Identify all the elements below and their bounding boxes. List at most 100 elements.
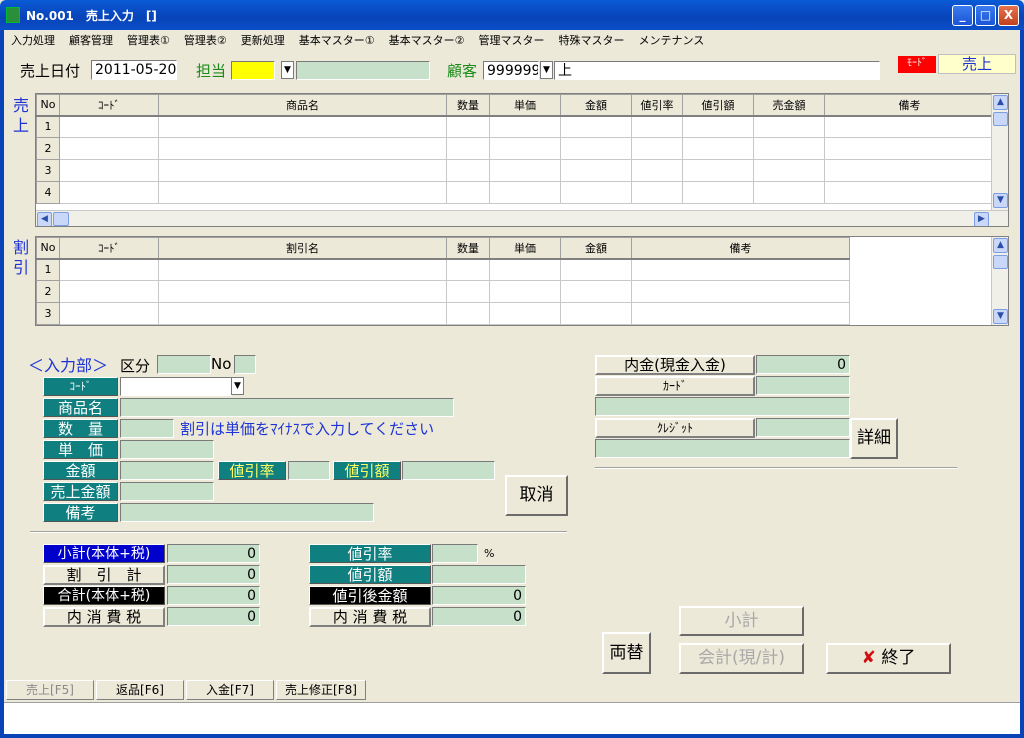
exit-button[interactable]: ✘ 終了 — [826, 643, 951, 674]
disc-amount-field[interactable] — [402, 461, 495, 480]
product-name-field[interactable] — [120, 398, 454, 417]
card-amount-field[interactable] — [756, 376, 850, 395]
menu-report1[interactable]: 管理表① — [120, 30, 177, 50]
menu-special-master[interactable]: 特殊マスター — [552, 30, 632, 50]
card-detail-field — [595, 397, 850, 416]
discount-side-label: 割 引 — [12, 238, 30, 278]
menu-customer[interactable]: 顧客管理 — [62, 30, 120, 50]
qty-label: 数 量 — [43, 419, 118, 438]
menu-maintenance[interactable]: メンテナンス — [632, 30, 712, 50]
tax-field: 0 — [167, 607, 260, 626]
tax-label: 内 消 費 税 — [43, 607, 165, 627]
sales-side-label: 売 上 — [12, 96, 30, 136]
cash-deposit-button[interactable]: 内金(現金入金) — [595, 355, 755, 375]
col-unit-price: 単価 — [489, 237, 561, 260]
total-disc-rate-label: 値引率 — [309, 544, 431, 563]
menu-bar: 入力処理 顧客管理 管理表① 管理表② 更新処理 基本マスター① 基本マスター②… — [4, 30, 1020, 50]
col-note: 備考 — [631, 237, 850, 260]
table-row[interactable]: 2 — [36, 137, 995, 160]
sales-table: No ｺｰﾄﾞ 商品名 数量 単価 金額 値引率 値引額 売金額 備考 1 2 … — [36, 94, 995, 204]
credit-button[interactable]: ｸﾚｼﾞｯﾄ — [595, 418, 755, 438]
menu-master2[interactable]: 基本マスター② — [382, 30, 472, 50]
menu-update[interactable]: 更新処理 — [234, 30, 292, 50]
checkout-button[interactable]: 会計(現/計) — [679, 643, 804, 674]
credit-amount-field[interactable] — [756, 418, 850, 437]
fkey-sales-edit[interactable]: 売上修正[F8] — [276, 680, 366, 700]
scroll-right-icon[interactable]: ▶ — [974, 212, 989, 226]
code-label: ｺｰﾄﾞ — [43, 377, 118, 396]
scroll-down-icon[interactable]: ▼ — [993, 309, 1008, 324]
note-field[interactable] — [120, 503, 374, 522]
exchange-button[interactable]: 両替 — [602, 632, 651, 674]
scroll-thumb[interactable] — [53, 212, 69, 226]
row-number: 1 — [36, 115, 60, 138]
disc-rate-field[interactable] — [288, 461, 330, 480]
scroll-down-icon[interactable]: ▼ — [993, 193, 1008, 208]
close-button[interactable]: X — [998, 5, 1019, 26]
window-frame-bottom — [0, 734, 1024, 738]
col-disc-rate: 値引率 — [631, 94, 683, 117]
discount-vertical-scrollbar[interactable]: ▲ ▼ — [991, 237, 1008, 325]
total-disc-amount-label: 値引額 — [309, 565, 431, 584]
sales-side-label-1: 売 — [12, 96, 29, 115]
date-field[interactable]: 2011-05-20 — [91, 60, 177, 80]
tax2-field: 0 — [432, 607, 526, 626]
col-code: ｺｰﾄﾞ — [59, 94, 159, 117]
sales-amount-field — [120, 482, 214, 501]
customer-code-field[interactable]: 999999 — [483, 61, 539, 80]
maximize-button[interactable]: □ — [975, 5, 996, 26]
menu-input[interactable]: 入力処理 — [4, 30, 62, 50]
col-amount: 金額 — [560, 237, 632, 260]
unit-price-field[interactable] — [120, 440, 214, 459]
percent-unit: % — [484, 547, 495, 560]
table-row[interactable]: 2 — [36, 280, 850, 303]
fkey-sales[interactable]: 売上[F5] — [6, 680, 94, 700]
subtotal-button[interactable]: 小計 — [679, 606, 804, 636]
customer-name-field[interactable]: 上 — [554, 61, 880, 80]
customer-dropdown-chevron-icon[interactable]: ▼ — [540, 61, 553, 79]
scroll-thumb[interactable] — [993, 255, 1008, 269]
table-row[interactable]: 1 — [36, 258, 850, 281]
after-disc-label: 値引後金額 — [309, 586, 431, 605]
table-row[interactable]: 3 — [36, 302, 850, 325]
menu-admin-master[interactable]: 管理マスター — [472, 30, 552, 50]
sales-vertical-scrollbar[interactable]: ▲ ▼ — [991, 94, 1008, 210]
total-disc-amount-field[interactable] — [432, 565, 526, 584]
scroll-up-icon[interactable]: ▲ — [993, 95, 1008, 110]
subtotal-label: 小計(本体+税) — [43, 544, 165, 563]
fkey-deposit[interactable]: 入金[F7] — [186, 680, 274, 700]
staff-dropdown-chevron-icon[interactable]: ▼ — [281, 61, 294, 79]
staff-code-field[interactable] — [231, 61, 275, 80]
sales-header-row: No ｺｰﾄﾞ 商品名 数量 単価 金額 値引率 値引額 売金額 備考 — [36, 94, 995, 117]
tax2-label: 内 消 費 税 — [309, 607, 431, 627]
cash-deposit-field[interactable]: 0 — [756, 355, 850, 374]
menu-report2[interactable]: 管理表② — [177, 30, 234, 50]
table-row[interactable]: 3 — [36, 159, 995, 182]
qty-field[interactable] — [120, 419, 174, 438]
cancel-button[interactable]: 取消 — [505, 475, 568, 516]
window-frame-left — [0, 30, 4, 738]
discount-side-label-2: 引 — [12, 258, 29, 277]
kubun-field[interactable] — [157, 355, 211, 374]
scroll-left-icon[interactable]: ◀ — [37, 212, 52, 226]
scroll-thumb[interactable] — [993, 112, 1008, 126]
after-disc-field: 0 — [432, 586, 526, 605]
fkey-return[interactable]: 返品[F6] — [96, 680, 184, 700]
note-label: 備考 — [43, 503, 118, 522]
table-row[interactable]: 4 — [36, 181, 995, 204]
total-field: 0 — [167, 586, 260, 605]
detail-button[interactable]: 詳細 — [850, 418, 898, 459]
sales-horizontal-scrollbar[interactable]: ◀ ▶ — [36, 210, 1008, 226]
no-field[interactable] — [234, 355, 256, 374]
code-dropdown-chevron-icon[interactable]: ▼ — [231, 377, 244, 395]
card-button[interactable]: ｶｰﾄﾞ — [595, 376, 755, 396]
code-field[interactable] — [120, 377, 232, 396]
scroll-up-icon[interactable]: ▲ — [993, 238, 1008, 253]
exit-label: 終了 — [881, 648, 916, 668]
table-row[interactable]: 1 — [36, 115, 995, 138]
col-note: 備考 — [824, 94, 995, 117]
minimize-button[interactable]: _ — [952, 5, 973, 26]
menu-master1[interactable]: 基本マスター① — [292, 30, 382, 50]
total-disc-rate-field[interactable] — [432, 544, 478, 563]
sales-grid: No ｺｰﾄﾞ 商品名 数量 単価 金額 値引率 値引額 売金額 備考 1 2 … — [35, 93, 1009, 227]
